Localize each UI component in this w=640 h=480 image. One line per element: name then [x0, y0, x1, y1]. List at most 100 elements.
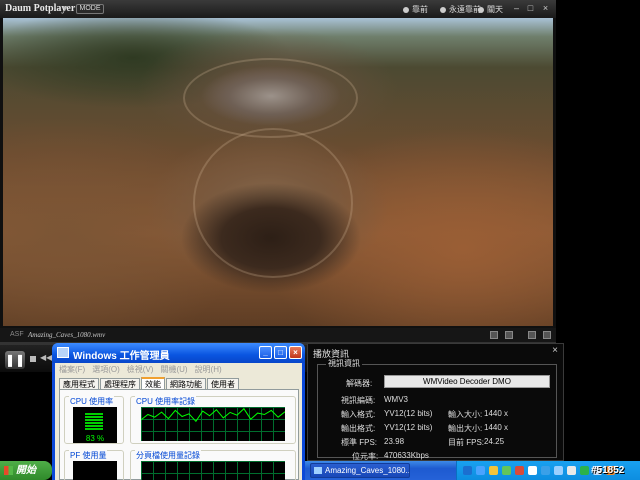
task-manager-window: Windows 工作管理員 _ □ × 檔案(F) 選項(O) 檢視(V) 關機(U)… [52, 343, 305, 480]
cpu-history-graph [141, 407, 285, 441]
menu-help[interactable]: 說明(H) [195, 365, 222, 374]
video-info-group: 視訊資訊 解碼器: WMVideo Decoder DMO 視訊編碼: WMV3… [317, 358, 557, 461]
pf-history-graph [141, 461, 285, 480]
file-format: ASF [10, 331, 24, 338]
maximize-button[interactable]: □ [274, 346, 287, 359]
pf-history-label: 分頁檔使用量記錄 [135, 450, 201, 461]
close-button[interactable]: × [289, 346, 302, 359]
pf-usage-label: PF 使用量 [69, 450, 108, 461]
windows-flag-icon [4, 466, 13, 475]
task-manager-icon [57, 347, 69, 358]
skin-icon[interactable] [505, 331, 513, 339]
tab-bar: 應用程式 處理程序 效能 網路功能 使用者 [59, 377, 240, 390]
cpu-gauge: 83 % [73, 407, 117, 443]
antivirus-icon[interactable] [515, 466, 524, 475]
option-label: 關天 [487, 5, 503, 14]
input-size-label: 輸入大小: [448, 410, 483, 419]
messenger-icon[interactable] [541, 466, 550, 475]
volume-icon[interactable] [528, 466, 537, 475]
option-stay-on-top[interactable]: 靠前 [403, 4, 428, 15]
output-size-value: 1440 x [484, 423, 509, 432]
task-manager-titlebar[interactable]: Windows 工作管理員 _ □ × [52, 343, 305, 363]
settings-icon[interactable] [528, 331, 536, 339]
input-format-value: YV12(12 bits) [384, 409, 433, 418]
codec-value: WMV3 [384, 395, 408, 404]
video-frame[interactable] [3, 18, 553, 326]
option-label: 永遠靠前 [449, 5, 481, 14]
crater-rim [183, 58, 358, 138]
tray-arrow-icon[interactable] [463, 466, 472, 475]
performance-panel: CPU 使用率 83 % CPU 使用率記錄 PF 使用量 分頁檔使用量記錄 [59, 389, 299, 480]
close-icon[interactable]: × [540, 3, 551, 14]
option-always-on-top[interactable]: 永遠靠前 [440, 4, 481, 15]
menu-file[interactable]: 檔案(F) [59, 365, 85, 374]
security-icon[interactable] [489, 466, 498, 475]
update-icon[interactable] [502, 466, 511, 475]
input-format-label: 輸入格式: [341, 410, 376, 419]
player-icon [314, 467, 322, 474]
cur-fps-value: 24.25 [484, 437, 505, 446]
cpu-history-label: CPU 使用率記錄 [135, 396, 197, 407]
input-size-value: 1440 x [484, 409, 509, 418]
radio-icon [403, 7, 409, 13]
playback-info-panel: 播放資訊 × 視訊資訊 解碼器: WMVideo Decoder DMO 視訊編… [307, 343, 564, 461]
task-manager-body: 檔案(F) 選項(O) 檢視(V) 關機(U) 說明(H) 應用程式 處理程序 效能 網路功能… [55, 363, 302, 480]
cpu-history-line [141, 407, 285, 423]
menu-shutdown[interactable]: 關機(U) [160, 365, 187, 374]
taskbar: Amazing_Caves_1080... [305, 461, 640, 480]
output-format-value: YV12(12 bits) [384, 423, 433, 432]
start-label: 開始 [16, 465, 36, 476]
taskbar-item-label: Amazing_Caves_1080... [325, 466, 410, 475]
display-icon[interactable] [554, 466, 563, 475]
cpu-percent: 83 % [85, 434, 105, 443]
desktop-screen: Daum Potplayer ▼ MODE 靠前 永遠靠前 關天 – □ × A… [0, 0, 640, 480]
cpu-history-group: CPU 使用率記錄 [130, 396, 296, 444]
app-menu-chevron-icon[interactable]: ▼ [61, 4, 69, 13]
network-icon[interactable] [476, 466, 485, 475]
pf-usage-group: PF 使用量 [64, 450, 124, 480]
radio-icon [478, 7, 484, 13]
group-label: 視訊資訊 [326, 358, 362, 369]
radio-icon [440, 7, 446, 13]
keyboard-icon[interactable] [567, 466, 576, 475]
option-label: 靠前 [412, 5, 428, 14]
mode-button[interactable]: MODE [76, 4, 104, 14]
taskbar-item-potplayer[interactable]: Amazing_Caves_1080... [310, 463, 410, 478]
player-info-bar: ASF Amazing_Caves_1080.wmv [0, 328, 556, 342]
start-button[interactable]: 開始 [0, 461, 52, 480]
potplayer-window: Daum Potplayer ▼ MODE 靠前 永遠靠前 關天 – □ × A… [0, 0, 556, 372]
crater-rim [193, 128, 353, 278]
minimize-button[interactable]: _ [259, 346, 272, 359]
pf-history-group: 分頁檔使用量記錄 [130, 450, 296, 480]
codec-label: 視訊編碼: [341, 396, 376, 405]
pause-button[interactable]: ❚❚ [5, 351, 25, 369]
std-fps-label: 標準 FPS: [341, 438, 378, 447]
maximize-icon[interactable]: □ [525, 3, 536, 14]
minimize-icon[interactable]: – [511, 3, 522, 14]
cpu-usage-group: CPU 使用率 83 % [64, 396, 124, 444]
decoder-button[interactable]: WMVideo Decoder DMO [384, 375, 550, 388]
sync-icon[interactable] [580, 466, 589, 475]
playlist-icon[interactable] [490, 331, 498, 339]
previous-icon[interactable]: ◀◀ [40, 353, 52, 362]
pf-gauge [73, 461, 117, 480]
output-format-label: 輸出格式: [341, 424, 376, 433]
close-icon[interactable]: × [552, 345, 558, 356]
cpu-gauge-bars [85, 413, 103, 431]
cpu-usage-label: CPU 使用率 [69, 396, 115, 407]
player-titlebar[interactable]: Daum Potplayer ▼ MODE 靠前 永遠靠前 關天 – □ × [0, 0, 556, 18]
cpu-history-chart [141, 407, 285, 423]
watermark: #51852 [591, 465, 625, 476]
menu-view[interactable]: 檢視(V) [127, 365, 154, 374]
file-name: Amazing_Caves_1080.wmv [28, 331, 106, 339]
option-off[interactable]: 關天 [478, 4, 503, 15]
stop-icon[interactable] [30, 356, 36, 362]
cur-fps-label: 目前 FPS: [448, 438, 485, 447]
output-size-label: 輸出大小: [448, 424, 483, 433]
decoder-label: 解碼器: [346, 379, 373, 388]
std-fps-value: 23.98 [384, 437, 405, 446]
preferences-icon[interactable] [543, 331, 551, 339]
menu-options[interactable]: 選項(O) [92, 365, 120, 374]
menu-bar: 檔案(F) 選項(O) 檢視(V) 關機(U) 說明(H) [59, 364, 299, 375]
window-title: Windows 工作管理員 [73, 351, 170, 362]
